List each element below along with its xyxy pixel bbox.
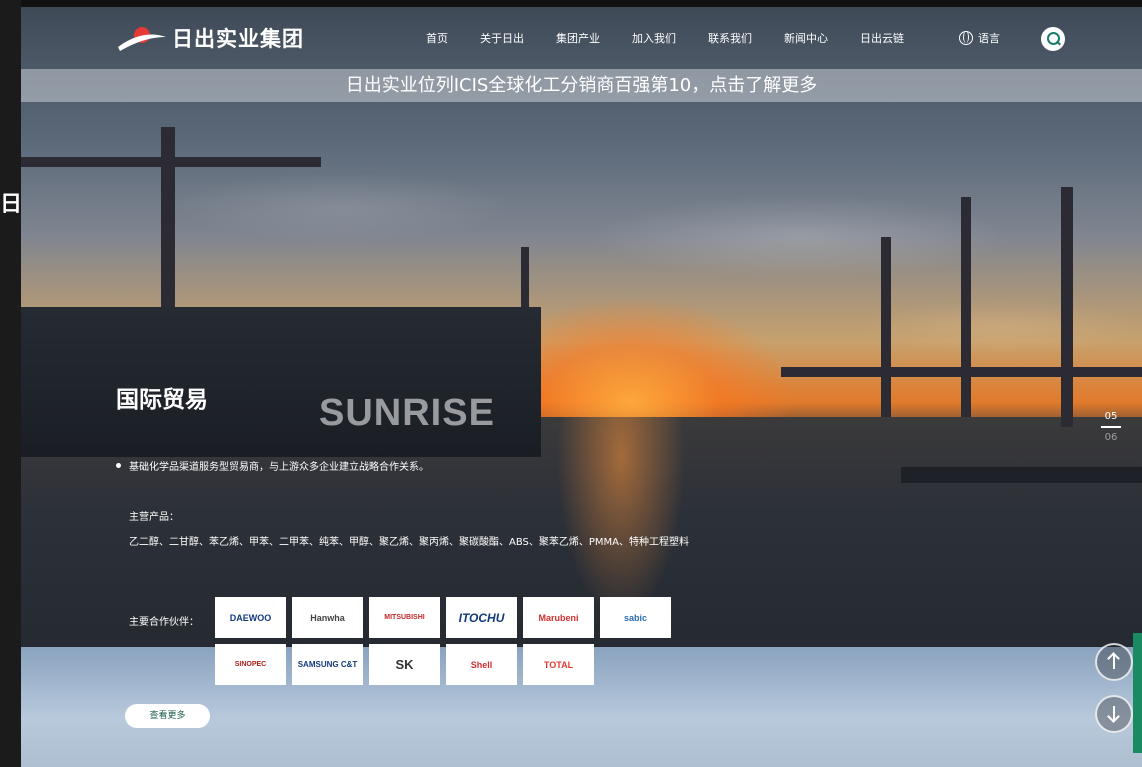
- partners-label: 主要合作伙伴：: [129, 617, 199, 628]
- pager-indicator: [1101, 426, 1121, 428]
- partner-logo-hanwha: Hanwha: [292, 597, 363, 638]
- crane-right-2: [961, 197, 971, 417]
- site-header: 日出实业集团 首页 关于日出 集团产业 加入我们 联系我们 新闻中心 日出云链 …: [21, 7, 1142, 69]
- crane-left-tower: [161, 127, 175, 327]
- partner-logo-mitsubishi: MITSUBISHI: [369, 597, 440, 638]
- partner-logo-shell: Shell: [446, 644, 517, 685]
- crane-right-beam: [781, 367, 1142, 377]
- logo[interactable]: 日出实业集团: [116, 23, 306, 53]
- description-text: 基础化学品渠道服务型贸易商，与上游众多企业建立战略合作关系。: [129, 462, 429, 473]
- globe-icon: [959, 31, 973, 45]
- nav-item-home[interactable]: 首页: [426, 30, 448, 46]
- partner-logo-samsung: SAMSUNG C&T: [292, 644, 363, 685]
- nav-item-cloud[interactable]: 日出云链: [860, 30, 904, 46]
- language-switch[interactable]: 语言: [959, 30, 1000, 46]
- nav-item-contact[interactable]: 联系我们: [708, 30, 752, 46]
- pager-current[interactable]: 05: [1099, 411, 1123, 422]
- pager-next[interactable]: 06: [1099, 432, 1123, 443]
- partner-logo-marubeni: Marubeni: [523, 597, 594, 638]
- crane-right-3: [1061, 187, 1073, 427]
- search-button[interactable]: [1041, 27, 1065, 51]
- view-more-button[interactable]: 查看更多: [125, 704, 210, 728]
- language-label: 语言: [978, 32, 1000, 45]
- bullet-icon: [116, 463, 121, 468]
- partner-logo-itochu: ITOCHU: [446, 597, 517, 638]
- partner-logo-sabic: sabic: [600, 597, 671, 638]
- nav-item-about[interactable]: 关于日出: [480, 30, 524, 46]
- partner-logo-sk: SK: [369, 644, 440, 685]
- side-tab[interactable]: [1133, 633, 1142, 753]
- main-nav: 首页 关于日出 集团产业 加入我们 联系我们 新闻中心 日出云链: [426, 30, 936, 46]
- nav-item-join[interactable]: 加入我们: [632, 30, 676, 46]
- pier: [901, 467, 1142, 483]
- ship-name: SUNRISE: [319, 392, 495, 434]
- announcement-banner[interactable]: 日出实业位列ICIS全球化工分销商百强第10，点击了解更多: [21, 69, 1142, 102]
- crane-right-1: [881, 237, 891, 417]
- section-description: 基础化学品渠道服务型贸易商，与上游众多企业建立战略合作关系。: [116, 458, 429, 473]
- products-list: 乙二醇、二甘醇、苯乙烯、甲苯、二甲苯、纯苯、甲醇、聚乙烯、聚丙烯、聚碳酸酯、AB…: [129, 537, 689, 548]
- logo-text: 日出实业集团: [172, 27, 304, 51]
- partner-logo-sinopec: SINOPEC: [215, 644, 286, 685]
- partner-logo-daewoo: DAEWOO: [215, 597, 286, 638]
- slide-pager: 05 06: [1099, 411, 1123, 443]
- nav-item-news[interactable]: 新闻中心: [784, 30, 828, 46]
- hero-stage: SUNRISE 日出实业集团 首页 关于日出 集团产业 加入我们 联系我们 新闻…: [21, 7, 1142, 767]
- scroll-up-button[interactable]: [1095, 643, 1133, 681]
- scroll-down-button[interactable]: [1095, 695, 1133, 733]
- strip-glyph: 日: [0, 192, 23, 217]
- nav-item-industries[interactable]: 集团产业: [556, 30, 600, 46]
- partner-logo-total: TOTAL: [523, 644, 594, 685]
- products-label: 主营产品：: [129, 512, 179, 523]
- sun-logo-icon: [116, 23, 168, 53]
- left-strip: 日: [0, 0, 23, 767]
- section-title: 国际贸易: [116, 387, 208, 413]
